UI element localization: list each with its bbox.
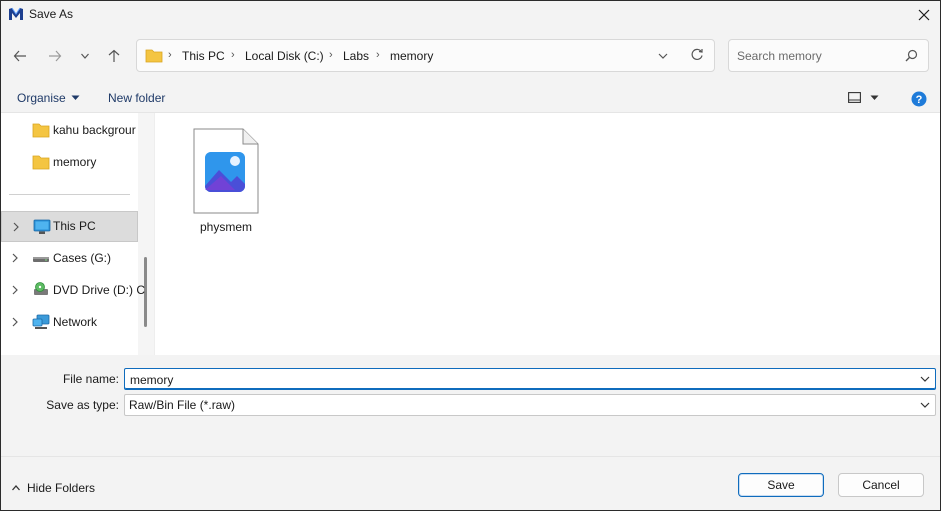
save-form: File name: Save as type: Raw/Bin File (*… xyxy=(1,355,940,456)
file-name: physmem xyxy=(199,220,252,234)
dialog-footer: Hide Folders Save Cancel xyxy=(1,456,940,510)
organise-menu-button[interactable]: Organise xyxy=(17,91,80,105)
close-button[interactable] xyxy=(910,1,938,28)
address-dropdown-icon[interactable] xyxy=(657,51,669,61)
file-item[interactable]: physmem xyxy=(183,125,269,237)
caret-down-icon xyxy=(870,95,879,100)
breadcrumb-separator: › xyxy=(329,49,333,61)
breadcrumb-separator: › xyxy=(231,49,235,61)
navigation-pane: kahu backgrour memory This PC Cases (G:)… xyxy=(1,113,154,355)
network-icon xyxy=(32,314,50,329)
nav-item-memory[interactable]: memory xyxy=(1,147,138,178)
back-button[interactable] xyxy=(9,45,31,67)
arrow-left-icon xyxy=(13,50,26,62)
chevron-down-icon[interactable] xyxy=(919,373,931,385)
save-as-type-label: Save as type: xyxy=(46,398,119,412)
save-as-type-value: Raw/Bin File (*.raw) xyxy=(129,398,236,412)
nav-item-label: memory xyxy=(53,155,97,169)
cancel-button[interactable]: Cancel xyxy=(838,473,924,497)
title-bar: Save As xyxy=(1,1,940,28)
arrow-up-icon xyxy=(108,49,120,62)
svg-text:?: ? xyxy=(916,94,923,106)
address-bar[interactable]: › This PC › Local Disk (C:) › Labs › mem… xyxy=(136,39,715,72)
save-button[interactable]: Save xyxy=(738,473,824,497)
arrow-right-icon xyxy=(49,50,62,62)
folder-icon xyxy=(32,155,50,170)
address-row: › This PC › Local Disk (C:) › Labs › mem… xyxy=(1,28,940,84)
app-logo-icon xyxy=(9,7,23,20)
file-name-label: File name: xyxy=(62,372,119,386)
breadcrumb-separator: › xyxy=(376,49,380,61)
search-input[interactable] xyxy=(737,48,897,64)
help-icon[interactable]: ? xyxy=(911,91,927,107)
chevron-right-icon[interactable] xyxy=(12,222,20,232)
command-bar: Organise New folder ? xyxy=(1,84,940,113)
file-name-field[interactable] xyxy=(124,368,936,390)
view-menu-button[interactable] xyxy=(848,92,879,103)
chevron-down-icon[interactable] xyxy=(919,399,931,411)
file-name-input[interactable] xyxy=(130,372,900,387)
nav-item-kahu-background[interactable]: kahu backgrour xyxy=(1,115,138,146)
search-box xyxy=(728,39,929,72)
chevron-up-icon xyxy=(12,485,20,491)
breadcrumb-memory[interactable]: memory xyxy=(390,49,433,63)
close-icon xyxy=(918,9,930,20)
save-as-type-select[interactable]: Raw/Bin File (*.raw) xyxy=(124,394,936,416)
search-icon[interactable] xyxy=(905,49,918,62)
drive-icon xyxy=(33,257,49,262)
nav-item-this-pc[interactable]: This PC xyxy=(1,211,138,242)
computer-icon xyxy=(33,219,51,234)
save-as-dialog: Save As › This PC › Local Disk (C:) › La… xyxy=(0,0,941,511)
nav-divider xyxy=(9,194,130,195)
up-button[interactable] xyxy=(103,45,125,67)
caret-down-icon xyxy=(71,95,80,100)
folder-icon xyxy=(32,123,50,138)
chevron-right-icon[interactable] xyxy=(11,317,19,327)
refresh-icon[interactable] xyxy=(690,48,704,62)
nav-item-dvd-drive[interactable]: DVD Drive (D:) C xyxy=(1,275,145,306)
chevron-right-icon[interactable] xyxy=(11,285,19,295)
forward-button[interactable] xyxy=(44,45,66,67)
nav-item-label: kahu backgrour xyxy=(53,123,136,137)
recent-locations-button[interactable] xyxy=(74,45,96,67)
chevron-down-icon xyxy=(81,53,89,59)
window-title: Save As xyxy=(29,7,74,21)
nav-item-cases-drive[interactable]: Cases (G:) xyxy=(1,243,138,274)
nav-item-label: Network xyxy=(53,315,98,329)
breadcrumb-labs[interactable]: Labs xyxy=(343,49,369,63)
chevron-right-icon[interactable] xyxy=(11,253,19,263)
image-file-icon xyxy=(193,128,259,214)
nav-item-label: Cases (G:) xyxy=(53,251,112,265)
nav-item-label: DVD Drive (D:) C xyxy=(53,283,145,297)
hide-folders-label: Hide Folders xyxy=(27,481,96,495)
breadcrumb-separator: › xyxy=(168,49,172,61)
hide-folders-button[interactable]: Hide Folders xyxy=(11,481,95,495)
folder-icon xyxy=(145,49,163,63)
new-folder-button[interactable]: New folder xyxy=(108,91,165,105)
file-list[interactable]: physmem xyxy=(154,113,940,355)
breadcrumb-local-disk[interactable]: Local Disk (C:) xyxy=(245,49,324,63)
nav-item-label: This PC xyxy=(53,219,96,233)
dvd-drive-icon xyxy=(34,282,48,295)
view-icon xyxy=(848,92,861,103)
breadcrumb-this-pc[interactable]: This PC xyxy=(182,49,225,63)
nav-item-network[interactable]: Network xyxy=(1,307,138,338)
organise-label: Organise xyxy=(17,91,66,105)
